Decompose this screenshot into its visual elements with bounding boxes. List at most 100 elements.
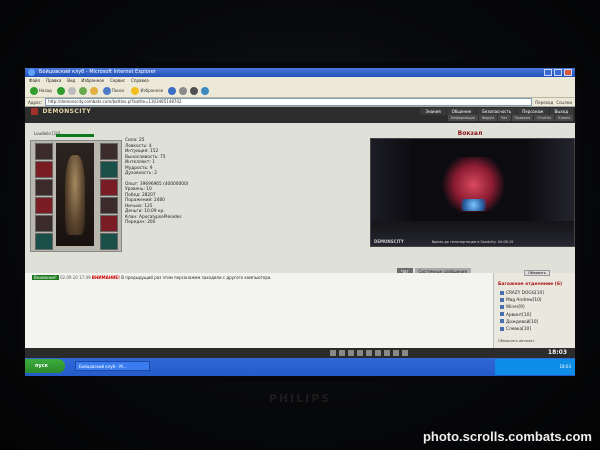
back-button[interactable]: Назад [28, 86, 54, 95]
watermark: photo.scrolls.combats.com [422, 429, 592, 444]
clan-badge-icon [500, 326, 504, 331]
history-icon[interactable] [168, 86, 177, 95]
scroll-icon[interactable] [375, 350, 381, 356]
item-slot-belt[interactable] [35, 215, 53, 232]
nav-communication[interactable]: Общение [446, 108, 477, 115]
address-label: Адрес: [28, 99, 43, 105]
nav-security[interactable]: Безопасность [477, 108, 517, 115]
speed-icon[interactable] [384, 350, 390, 356]
browser-toolbar: Назад Поиск Избранное [25, 84, 575, 98]
room-header: Багажное отделение (6) [498, 282, 563, 287]
home-icon[interactable] [89, 86, 98, 95]
item-slot-shield[interactable] [100, 179, 118, 196]
chat-warning: ВНИМАНИЕ! [91, 275, 120, 280]
clan-badge-icon [500, 319, 504, 324]
subnav-forum[interactable]: Форум [478, 115, 497, 121]
monitor-brand: PHILIPS [268, 392, 332, 405]
forward-arrow-icon[interactable] [56, 86, 65, 95]
character-panel [30, 134, 122, 252]
item-slot-ring[interactable] [35, 233, 53, 250]
item-slot-legs[interactable] [100, 215, 118, 232]
filter-icon[interactable] [339, 350, 345, 356]
online-user[interactable]: Mag Andrew[10] [500, 297, 544, 304]
online-user[interactable]: Арвинт[10] [500, 312, 544, 319]
go-button[interactable]: Переход [535, 100, 553, 105]
subnav-chat[interactable]: Чат [497, 115, 511, 121]
translit-icon[interactable] [366, 350, 372, 356]
mail-icon[interactable] [179, 86, 188, 95]
chat-message: Внимание! 02.09.10 17:49 ВНИМАНИЕ! В пре… [32, 275, 272, 280]
menu-edit[interactable]: Правка [46, 77, 61, 84]
stop-icon[interactable] [67, 86, 76, 95]
maximize-button[interactable] [554, 69, 562, 76]
subnav-reports[interactable]: Отчёты [534, 115, 555, 121]
teleport-portal[interactable] [461, 199, 486, 211]
location-title: Вокзал [457, 130, 483, 137]
item-slot-bracers[interactable] [100, 197, 118, 214]
nav-character[interactable]: Персонаж [517, 108, 549, 115]
auto-refresh-checkbox[interactable]: Обновлять автомат. [498, 339, 535, 343]
item-slot-helmet[interactable] [35, 143, 53, 160]
refresh-icon[interactable] [78, 86, 87, 95]
item-slot-gloves[interactable] [100, 161, 118, 178]
character-stats: Сила: 25 Ловкость: 4 Интуиция: 152 Вынос… [125, 138, 255, 226]
item-slot-amulet[interactable] [35, 161, 53, 178]
chat-time: 02.09.10 17:49 [60, 275, 91, 280]
favorites-button[interactable]: Избранное [129, 86, 165, 95]
subnav-rules[interactable]: Правила [511, 115, 534, 121]
game-sub-nav: Информация Форум Чат Правила Отчёты Клан… [448, 115, 573, 121]
menu-view[interactable]: Вид [67, 77, 75, 84]
game-top-nav: Знания Общение Безопасность Персонаж Вых… [420, 108, 573, 115]
chat-tag: Внимание! [32, 275, 59, 280]
sound-icon[interactable] [357, 350, 363, 356]
ie-icon [28, 69, 35, 76]
window-controls [544, 69, 572, 76]
nav-knowledge[interactable]: Знания [420, 108, 446, 115]
close-button[interactable] [564, 69, 572, 76]
subnav-info[interactable]: Информация [448, 115, 478, 121]
stat-transfers: Передач: 200 [125, 220, 156, 225]
settings-icon[interactable] [393, 350, 399, 356]
window-title: Бойцовский клуб - Microsoft Internet Exp… [39, 69, 156, 75]
menu-help[interactable]: Справка [131, 77, 149, 84]
favorites-label: Избранное [140, 88, 164, 93]
menu-tools[interactable]: Сервис [110, 77, 125, 84]
search-label: Поиск [111, 88, 125, 93]
online-user[interactable]: CRAZY DOGG[10] [500, 290, 544, 297]
menu-bar: Файл Правка Вид Избранное Сервис Справка [25, 77, 575, 84]
item-slot-boots[interactable] [100, 233, 118, 250]
smiles-icon[interactable] [330, 350, 336, 356]
start-button[interactable]: пуск [25, 359, 65, 373]
clan-badge-icon [500, 312, 504, 317]
address-input[interactable]: http://demonscity.combats.com/battles.pl… [45, 98, 533, 106]
exit-icon[interactable] [402, 350, 408, 356]
hp-bar [56, 134, 94, 137]
back-arrow-icon [30, 86, 38, 95]
taskbar-item-browser[interactable]: Бойцовский клуб - M... [75, 361, 150, 371]
clear-chat-icon[interactable] [348, 350, 354, 356]
messenger-icon[interactable] [201, 86, 210, 95]
character-name-text: Loudolio [34, 131, 51, 136]
online-user[interactable]: Winer[9] [500, 304, 544, 311]
nav-exit[interactable]: Выход [549, 108, 573, 115]
logo-text: DEMONSCITY [42, 108, 92, 115]
location-scene: DEMONSCITY Время до телепортации в Sandc… [370, 138, 575, 247]
menu-file[interactable]: Файл [29, 77, 40, 84]
print-icon[interactable] [190, 86, 199, 95]
back-label: Назад [39, 88, 52, 93]
search-icon [102, 86, 111, 95]
item-slot-earrings[interactable] [100, 143, 118, 160]
menu-favorites[interactable]: Избранное [81, 77, 104, 84]
refresh-button[interactable]: Обновить [524, 270, 550, 276]
online-user[interactable]: Дождевой[10] [500, 319, 544, 326]
star-icon [131, 86, 140, 95]
chat-area [25, 273, 493, 348]
online-user[interactable]: Слевка[10] [500, 326, 544, 333]
item-slot-weapon[interactable] [35, 179, 53, 196]
subnav-clans[interactable]: Кланы [555, 115, 573, 121]
search-button[interactable]: Поиск [101, 86, 127, 95]
minimize-button[interactable] [544, 69, 552, 76]
item-slot-armor[interactable] [35, 197, 53, 214]
game-logo: DEMONSCITY [31, 108, 91, 115]
links-button[interactable]: Ссылки [556, 100, 572, 105]
